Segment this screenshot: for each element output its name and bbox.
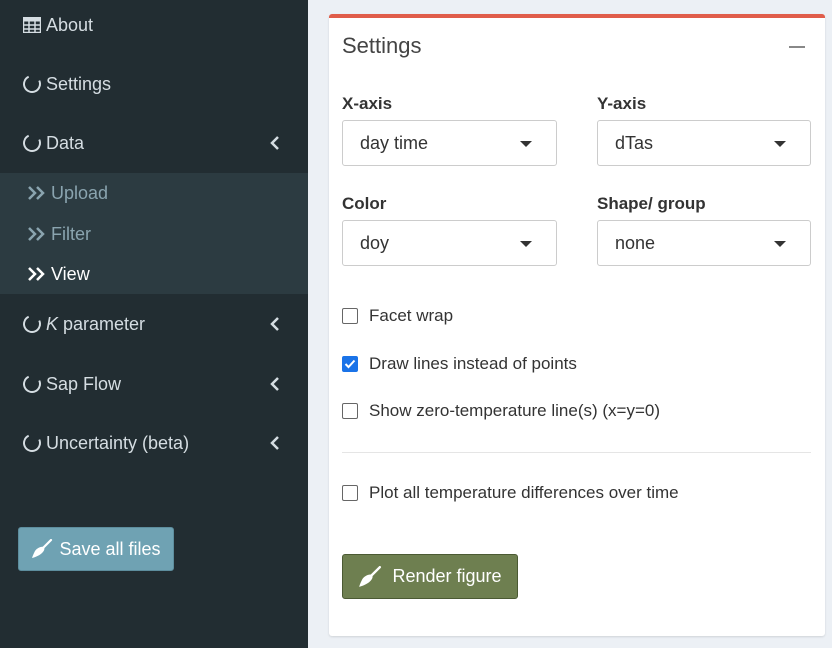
sidebar-item-label-italic: K <box>46 313 59 334</box>
chevron-left-icon <box>270 136 279 150</box>
submenu-item-label: View <box>51 263 90 284</box>
chevron-left-icon <box>270 436 279 450</box>
color-value: doy <box>360 232 390 253</box>
facet-wrap-option[interactable]: Facet wrap <box>342 306 453 326</box>
xaxis-value: day time <box>360 132 429 153</box>
divider <box>342 452 811 453</box>
sidebar-item-data[interactable]: Data <box>0 123 308 163</box>
data-submenu: Upload Filter View <box>0 173 308 294</box>
checkbox-label: Facet wrap <box>369 306 454 325</box>
sidebar-item-about[interactable]: About <box>0 5 308 45</box>
sidebar-item-label: Sap Flow <box>46 373 122 394</box>
shape-value: none <box>615 232 656 253</box>
submenu-item-view[interactable]: View <box>0 257 308 291</box>
table-icon <box>22 15 42 35</box>
all-temp-diff-checkbox[interactable] <box>342 485 358 501</box>
collapse-icon[interactable] <box>789 46 805 48</box>
shape-label: Shape/ group <box>597 194 706 213</box>
sidebar-item-settings[interactable]: Settings <box>0 64 308 104</box>
render-button-label: Render figure <box>392 566 502 586</box>
chevron-left-icon <box>270 377 279 391</box>
zero-line-checkbox[interactable] <box>342 403 358 419</box>
color-select[interactable]: doy <box>342 220 557 266</box>
sidebar-item-label: About <box>46 14 94 35</box>
circle-notch-icon <box>20 431 44 455</box>
color-label: Color <box>342 194 387 213</box>
checkmark-icon <box>344 359 356 369</box>
double-chevron-right-icon <box>28 186 45 200</box>
box-title: Settings <box>342 33 422 58</box>
double-chevron-right-icon <box>28 227 45 241</box>
render-figure-button[interactable]: Render figure <box>342 554 518 599</box>
draw-lines-option[interactable]: Draw lines instead of points <box>342 354 577 374</box>
all-temp-diff-option[interactable]: Plot all temperature differences over ti… <box>342 483 679 503</box>
submenu-item-filter[interactable]: Filter <box>0 217 308 251</box>
sidebar-item-label: Settings <box>46 73 112 94</box>
checkbox-label: Plot all temperature differences over ti… <box>369 483 679 502</box>
shape-select[interactable]: none <box>597 220 811 266</box>
sidebar: About Settings Data Upload Filter View K… <box>0 0 308 648</box>
settings-box: Settings X-axis day time Y-axis dTas Col… <box>329 14 825 636</box>
broom-icon <box>32 539 53 558</box>
circle-notch-icon <box>20 72 44 96</box>
caret-down-icon <box>520 241 532 247</box>
sidebar-item-label: parameter <box>58 313 146 334</box>
caret-down-icon <box>520 141 532 147</box>
submenu-item-label: Filter <box>51 223 91 244</box>
save-all-files-button[interactable]: Save all files <box>18 527 174 571</box>
save-button-label: Save all files <box>59 538 161 559</box>
xaxis-select[interactable]: day time <box>342 120 557 166</box>
yaxis-value: dTas <box>615 132 654 153</box>
submenu-item-upload[interactable]: Upload <box>0 176 308 210</box>
submenu-item-label: Upload <box>51 182 109 203</box>
caret-down-icon <box>774 241 786 247</box>
zero-line-option[interactable]: Show zero-temperature line(s) (x=y=0) <box>342 401 660 421</box>
checkbox-label: Draw lines instead of points <box>369 354 577 373</box>
facet-wrap-checkbox[interactable] <box>342 308 358 324</box>
sidebar-item-uncertainty[interactable]: Uncertainty (beta) <box>0 423 308 463</box>
circle-notch-icon <box>20 312 44 336</box>
sidebar-item-sap-flow[interactable]: Sap Flow <box>0 364 308 404</box>
yaxis-select[interactable]: dTas <box>597 120 811 166</box>
caret-down-icon <box>774 141 786 147</box>
broom-icon <box>359 565 382 587</box>
checkbox-label: Show zero-temperature line(s) (x=y=0) <box>369 401 661 420</box>
sidebar-item-k-parameter[interactable]: K parameter <box>0 304 308 344</box>
yaxis-label: Y-axis <box>597 94 647 113</box>
double-chevron-right-icon <box>28 267 45 281</box>
chevron-left-icon <box>270 317 279 331</box>
circle-notch-icon <box>20 372 44 396</box>
sidebar-item-label: Uncertainty (beta) <box>46 432 190 453</box>
circle-notch-icon <box>20 131 44 155</box>
draw-lines-checkbox[interactable] <box>342 356 358 372</box>
sidebar-item-label: Data <box>46 132 85 153</box>
xaxis-label: X-axis <box>342 94 393 113</box>
